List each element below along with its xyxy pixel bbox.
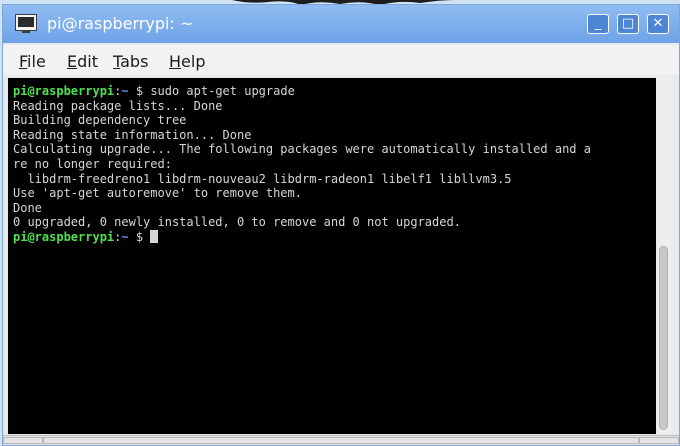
- menu-file-mnemonic: F: [19, 52, 28, 71]
- text-cursor: [150, 230, 159, 243]
- terminal-output[interactable]: pi@raspberrypi:~ $ sudo apt-get upgrade …: [8, 78, 656, 434]
- minimize-button[interactable]: _: [587, 14, 609, 34]
- vertical-scrollbar[interactable]: [657, 78, 671, 434]
- menu-bar: File Edit Tabs Help: [3, 45, 679, 75]
- output-line: libdrm-freedreno1 libdrm-nouveau2 libdrm…: [13, 171, 512, 186]
- prompt-dollar: $: [128, 84, 151, 98]
- output-line: Calculating upgrade... The following pac…: [13, 142, 591, 157]
- prompt-line: pi@raspberrypi:~ $: [13, 230, 159, 244]
- menu-tabs[interactable]: Tabs: [113, 52, 148, 71]
- output-line: Building dependency tree: [13, 113, 187, 128]
- menu-file-label: ile: [27, 52, 46, 71]
- menu-edit-mnemonic: E: [67, 52, 78, 71]
- command-line: pi@raspberrypi:~ $ sudo apt-get upgrade: [13, 84, 295, 98]
- maximize-icon: □: [621, 16, 635, 31]
- prompt-user: pi@raspberrypi: [13, 84, 115, 98]
- prompt-dollar: $: [128, 230, 151, 244]
- status-bar: [3, 435, 679, 445]
- menu-tabs-label: abs: [120, 52, 149, 71]
- minimize-icon: _: [594, 16, 602, 31]
- menu-help[interactable]: Help: [169, 52, 205, 71]
- prompt-path: ~: [121, 230, 129, 244]
- maximize-button[interactable]: □: [617, 14, 639, 34]
- status-segment: [3, 437, 43, 444]
- output-line: Reading package lists... Done: [13, 98, 223, 113]
- menu-help-mnemonic: H: [169, 52, 182, 71]
- prompt-path: ~: [121, 84, 129, 98]
- status-segment: [43, 437, 639, 444]
- terminal-icon: [15, 14, 37, 33]
- scrollbar-thumb[interactable]: [659, 246, 668, 430]
- command-text: sudo apt-get upgrade: [150, 84, 295, 98]
- close-icon: ✕: [652, 16, 664, 31]
- status-segment: [639, 437, 679, 444]
- title-bar[interactable]: pi@raspberrypi: ~ _ □ ✕: [3, 5, 679, 43]
- output-line: Use 'apt-get autoremove' to remove them.: [13, 186, 302, 201]
- output-line: re no longer required:: [13, 157, 172, 171]
- output-line: Done: [13, 200, 42, 215]
- output-line: 0 upgraded, 0 newly installed, 0 to remo…: [13, 215, 461, 230]
- prompt-user: pi@raspberrypi: [13, 230, 115, 244]
- menu-file[interactable]: File: [19, 52, 46, 71]
- window-title: pi@raspberrypi: ~: [47, 14, 194, 33]
- menu-help-label: elp: [181, 52, 206, 71]
- menu-edit[interactable]: Edit: [67, 52, 98, 71]
- terminal-window: pi@raspberrypi: ~ _ □ ✕ File Edit Tabs H…: [2, 4, 680, 446]
- output-line: Reading state information... Done: [13, 127, 252, 142]
- menu-edit-label: dit: [77, 52, 98, 71]
- close-button[interactable]: ✕: [647, 14, 669, 34]
